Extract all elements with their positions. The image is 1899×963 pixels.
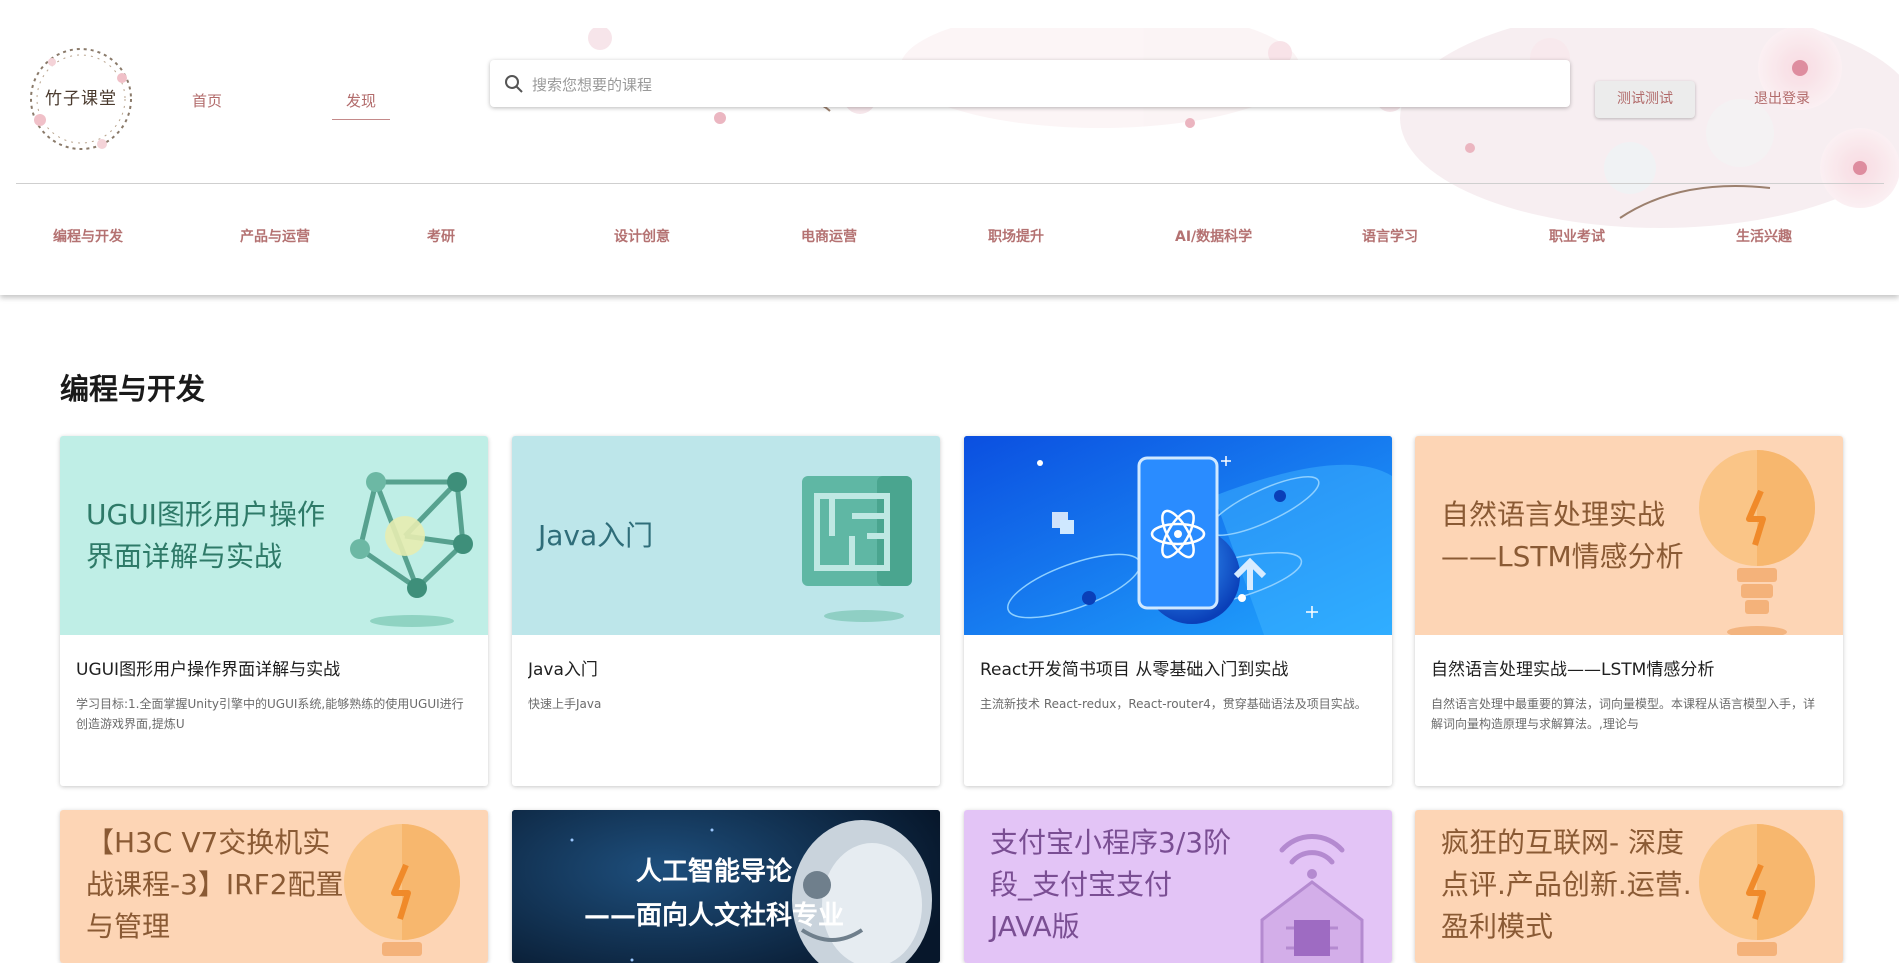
header-divider	[16, 183, 1884, 184]
category-life[interactable]: 生活兴趣	[1736, 226, 1792, 246]
nav-discover-link[interactable]: 发现	[332, 88, 391, 120]
course-banner-text: 疯狂的互联网- 深度 点评.产品创新.运营. 盈利模式	[1441, 826, 1692, 943]
category-language[interactable]: 语言学习	[1362, 226, 1418, 246]
course-banner-text: 【H3C V7交换机实 战课程-3】IRF2配置 与管理	[86, 826, 344, 943]
logo-text: 竹子课堂	[45, 89, 117, 109]
course-banner	[964, 436, 1392, 635]
course-banner-text: UGUI图形用户操作 界面详解与实战	[86, 497, 325, 573]
course-card[interactable]: UGUI图形用户操作 界面详解与实战 UGUI图形用户操作界面详解与实战 学习目…	[60, 436, 488, 786]
course-banner: UGUI图形用户操作 界面详解与实战	[60, 436, 488, 635]
category-programming[interactable]: 编程与开发	[53, 226, 123, 246]
search-icon	[505, 75, 523, 93]
top-header: 竹子课堂 首页 发现 测试测试 退出登录 编程与开发 产品与运营 考研 设计创意…	[0, 0, 1899, 295]
course-description: 主流新技术 React-redux，React-router4，贯穿基础语法及项…	[980, 697, 1367, 711]
course-description: 学习目标:1.全面掌握Unity引擎中的UGUI系统,能够熟练的使用UGUI进行…	[76, 697, 464, 731]
user-button[interactable]: 测试测试	[1595, 81, 1695, 118]
course-title[interactable]: Java入门	[528, 655, 928, 680]
course-banner: Java入门	[512, 436, 940, 635]
category-design[interactable]: 设计创意	[614, 226, 670, 246]
course-title[interactable]: React开发简书项目 从零基础入门到实战	[980, 655, 1380, 680]
nav-home-link[interactable]: 首页	[178, 88, 236, 119]
course-banner: 人工智能导论 ——面向人文社科专业	[512, 810, 940, 963]
category-exam[interactable]: 职业考试	[1549, 226, 1605, 246]
course-card[interactable]: Java入门 Java入门 快速上手Java	[512, 436, 940, 786]
category-ai[interactable]: AI/数据科学	[1175, 226, 1252, 246]
course-card[interactable]: 疯狂的互联网- 深度 点评.产品创新.运营. 盈利模式	[1415, 810, 1843, 963]
course-banner: 疯狂的互联网- 深度 点评.产品创新.运营. 盈利模式	[1415, 810, 1843, 963]
category-postgrad[interactable]: 考研	[427, 226, 455, 246]
course-card[interactable]: 【H3C V7交换机实 战课程-3】IRF2配置 与管理	[60, 810, 488, 963]
search-box[interactable]	[490, 60, 1570, 109]
course-card[interactable]: 自然语言处理实战 ——LSTM情感分析 自然语言处理实战——LSTM情感分析 自…	[1415, 436, 1843, 786]
course-banner: 自然语言处理实战 ——LSTM情感分析	[1415, 436, 1843, 635]
course-card[interactable]: 人工智能导论 ——面向人文社科专业	[512, 810, 940, 963]
section-title: 编程与开发	[60, 372, 206, 406]
course-banner-text: Java入门	[538, 518, 654, 552]
course-banner-text: 支付宝小程序3/3阶 段_支付宝支付 JAVA版	[990, 826, 1232, 943]
search-input[interactable]	[530, 60, 1554, 109]
category-product[interactable]: 产品与运营	[240, 226, 310, 246]
course-banner: 支付宝小程序3/3阶 段_支付宝支付 JAVA版	[964, 810, 1392, 963]
course-card[interactable]: React开发简书项目 从零基础入门到实战 主流新技术 React-redux，…	[964, 436, 1392, 786]
course-title[interactable]: 自然语言处理实战——LSTM情感分析	[1431, 655, 1831, 680]
logout-button[interactable]: 退出登录	[1754, 81, 1810, 118]
course-description: 快速上手Java	[528, 697, 602, 711]
category-ecommerce[interactable]: 电商运营	[801, 226, 857, 246]
course-description: 自然语言处理中最重要的算法，词向量模型。本课程从语言模型入手，详解词向量构造原理…	[1431, 697, 1816, 731]
course-banner: 【H3C V7交换机实 战课程-3】IRF2配置 与管理	[60, 810, 488, 963]
logo[interactable]: 竹子课堂	[22, 40, 140, 158]
course-banner-text: 自然语言处理实战 ——LSTM情感分析	[1441, 497, 1684, 573]
react-phone-icon	[964, 436, 1392, 635]
course-card[interactable]: 支付宝小程序3/3阶 段_支付宝支付 JAVA版	[964, 810, 1392, 963]
course-banner-text: 人工智能导论 ——面向人文社科专业	[584, 857, 845, 931]
course-title[interactable]: UGUI图形用户操作界面详解与实战	[76, 655, 476, 680]
category-career[interactable]: 职场提升	[988, 226, 1044, 246]
